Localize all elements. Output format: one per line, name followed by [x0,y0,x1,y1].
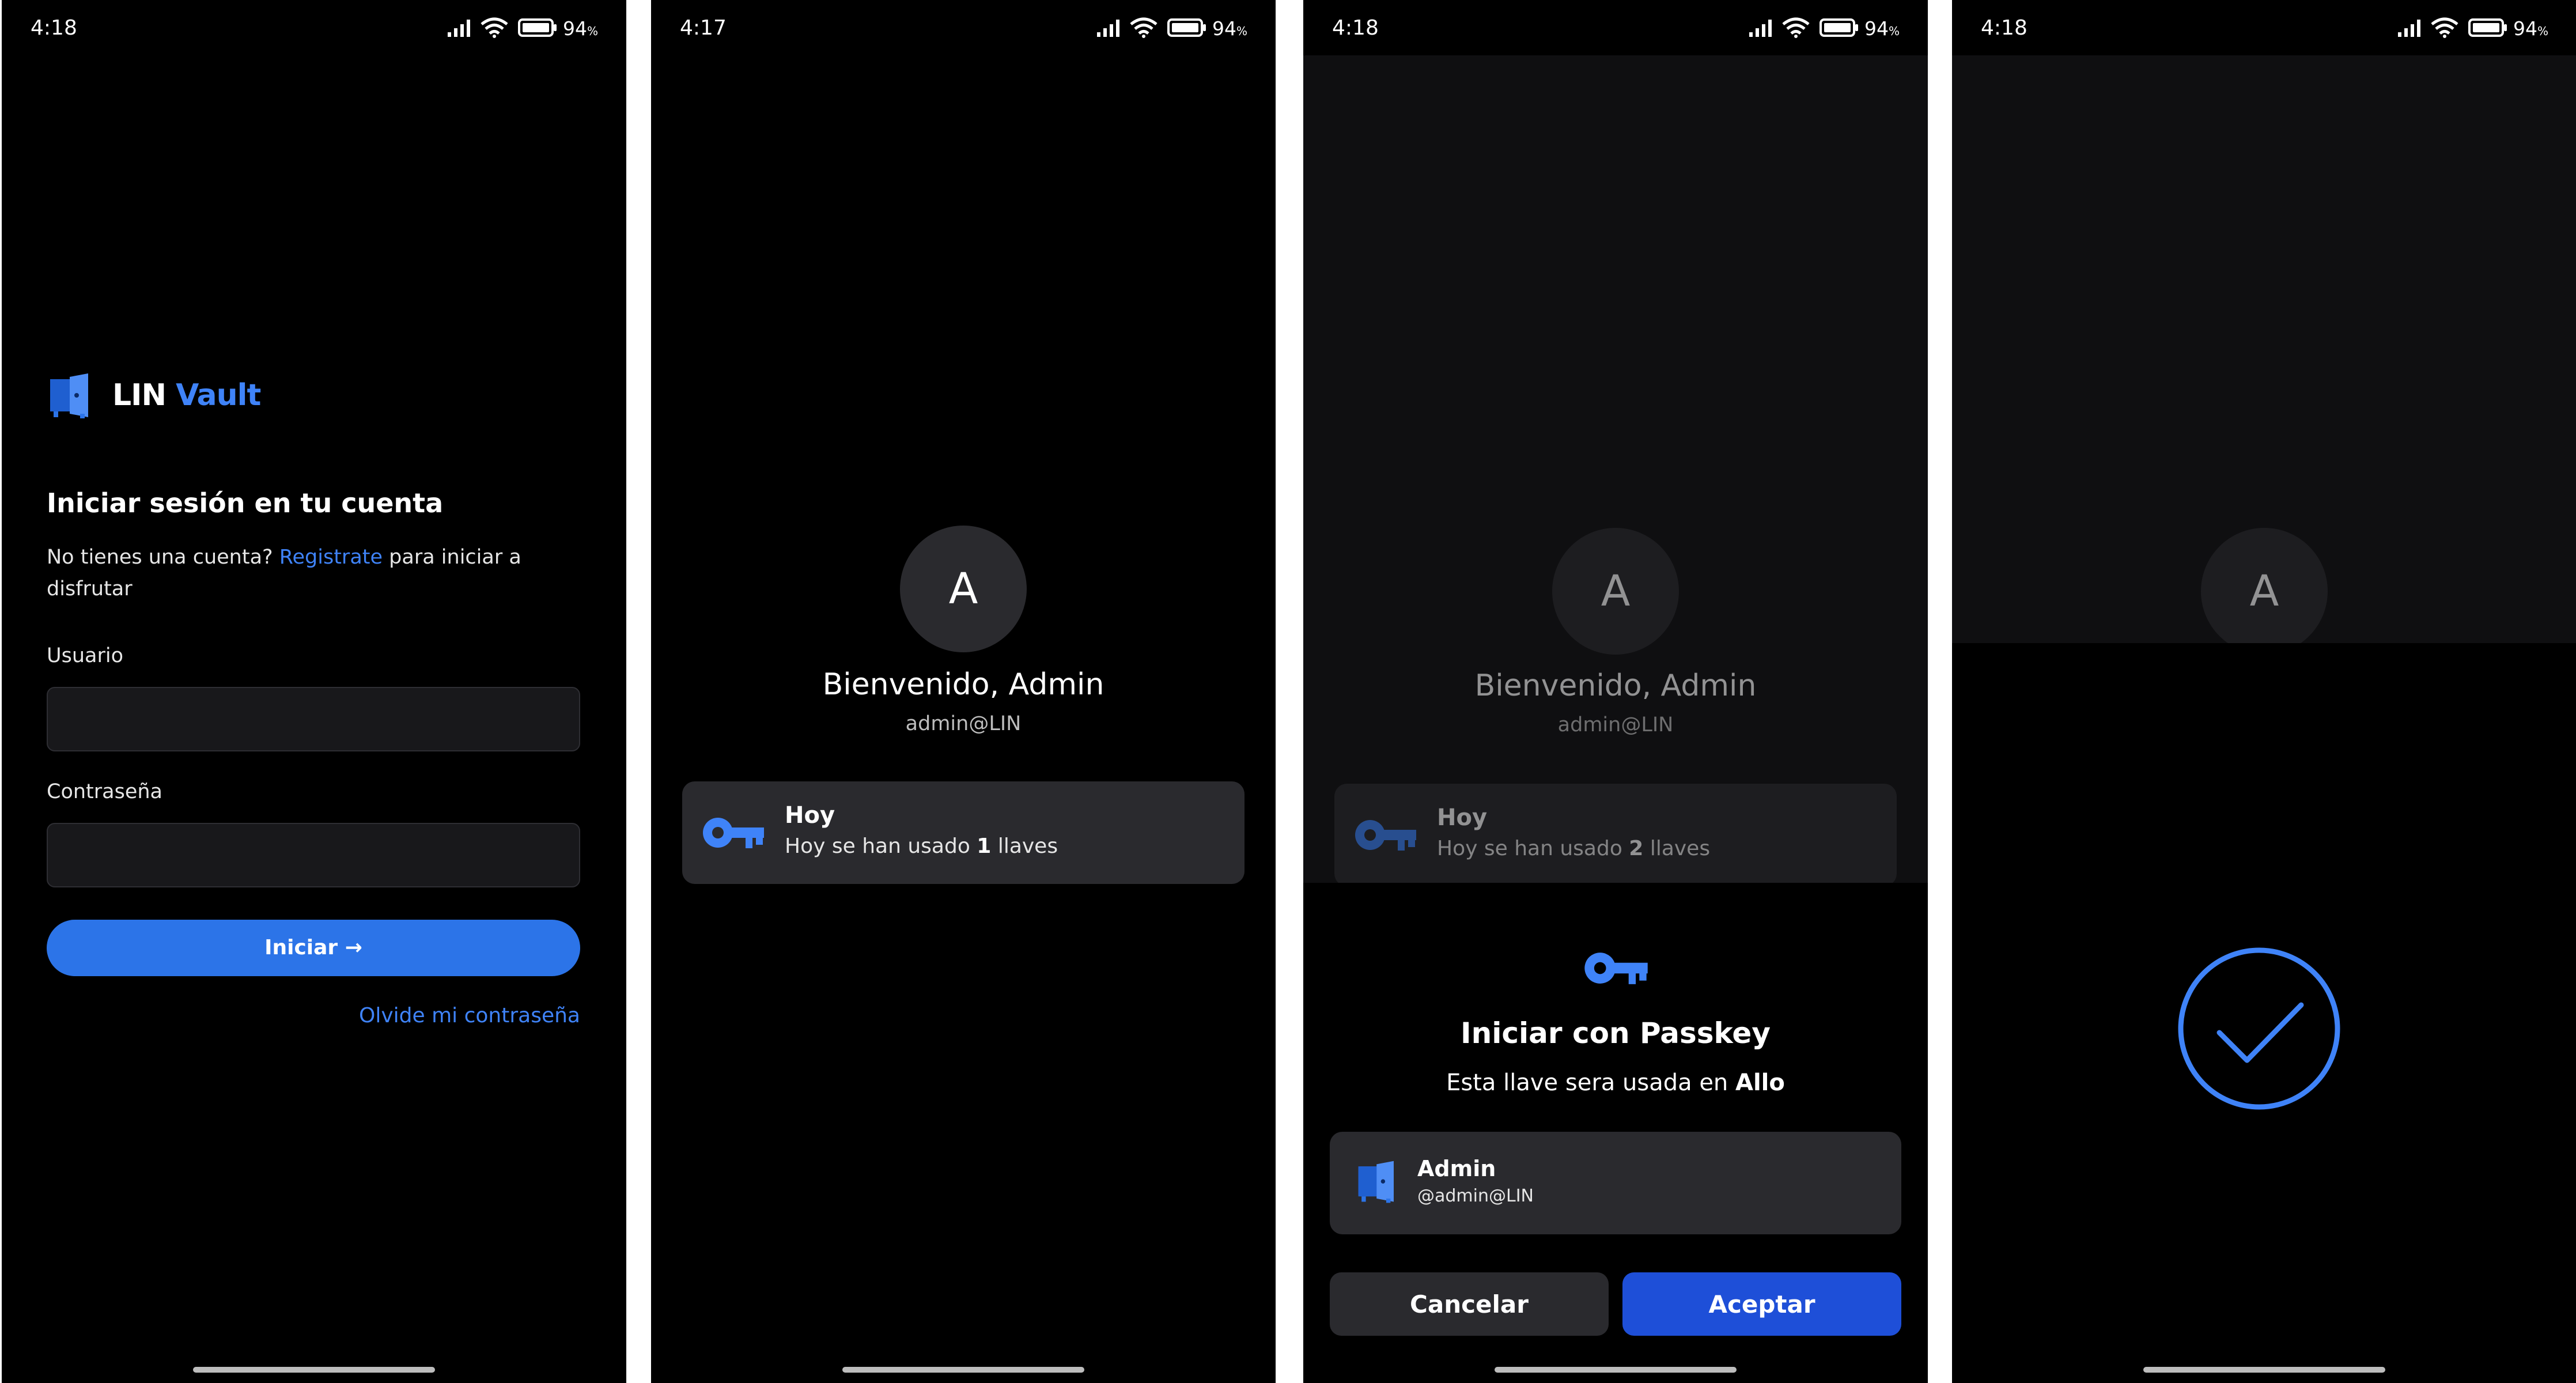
user-handle: admin@LIN [1557,713,1674,736]
battery-percent: 94 [2513,17,2537,40]
usage-suffix: llaves [997,834,1058,858]
signal-icon [1097,20,1119,37]
wifi-icon [481,17,508,38]
cancel-button[interactable]: Cancelar [1330,1272,1609,1336]
username-input[interactable] [47,687,580,751]
login-title: Iniciar sesión en tu cuenta [47,488,444,519]
battery-percent: 94 [563,17,587,40]
account-handle: @admin@LIN [1417,1186,1534,1206]
sheet-title: Iniciar con Passkey [1461,1017,1771,1050]
usage-card-title: Hoy [1437,804,1488,831]
status-bar: 4:18 94% [1952,0,2576,55]
usage-prefix: Hoy se han usado [785,834,970,858]
avatar: A [1552,528,1679,655]
logo-part-vault: Vault [176,378,261,413]
wifi-icon [1130,17,1158,38]
user-handle: admin@LIN [905,712,1022,735]
sheet-subtitle: Esta llave sera usada en Allo [1303,1070,1928,1096]
signal-icon [1749,20,1772,37]
usage-count: 1 [977,834,992,858]
key-icon [1584,953,1648,984]
logo-part-lin: LIN [112,378,167,413]
home-indicator[interactable] [842,1367,1084,1373]
usage-suffix: llaves [1650,837,1711,860]
login-screen: 4:18 94% LIN Vault Iniciar sesión en tu … [2,0,626,1383]
usage-card: Hoy Hoy se han usado 2 llaves [1334,784,1897,886]
status-bar: 4:18 94% [1303,0,1928,55]
usage-card[interactable]: Hoy Hoy se han usado 1 llaves [682,781,1245,884]
account-option[interactable]: Admin @admin@LIN [1330,1132,1901,1234]
forgot-password-link[interactable]: Olvide mi contraseña [359,1004,580,1027]
status-bar: 4:18 94% [2,0,626,55]
battery-icon [2468,18,2507,37]
battery-icon [518,18,557,37]
usage-card-subtitle: Hoy se han usado 2 llaves [1437,837,1710,860]
sheet-app-name: Allo [1735,1070,1785,1096]
passkey-screen: 4:18 94% A Bienvenido, Admin admin@LIN H… [1303,0,1928,1383]
wifi-icon [2431,17,2458,38]
wifi-icon [1782,17,1810,38]
welcome-screen: 4:17 94% A Bienvenido, Admin admin@LIN H… [651,0,1276,1383]
home-indicator[interactable] [2143,1367,2385,1373]
passkey-sheet: Iniciar con Passkey Esta llave sera usad… [1303,883,1928,1383]
battery-unit: % [587,24,599,38]
app-logo-text: LIN Vault [112,378,261,413]
battery-unit: % [2537,24,2549,38]
status-time: 4:18 [1332,16,1379,40]
password-label: Contraseña [47,780,162,803]
subtitle-prefix: No tienes una cuenta? [47,546,273,569]
status-time: 4:17 [680,16,727,40]
battery-unit: % [1889,24,1900,38]
checkmark-circle-icon [2178,947,2340,1110]
home-indicator[interactable] [193,1367,435,1373]
status-time: 4:18 [1981,16,2027,40]
status-bar: 4:17 94% [651,0,1276,55]
vault-logo-icon [1358,1161,1394,1203]
signal-icon [448,20,470,37]
account-name: Admin [1417,1156,1496,1181]
usage-card-title: Hoy [785,802,835,829]
vault-logo-icon [50,373,88,418]
usage-prefix: Hoy se han usado [1437,837,1622,860]
password-input[interactable] [47,823,580,887]
login-button[interactable]: Iniciar → [47,920,580,976]
welcome-greeting: Bienvenido, Admin [1474,668,1757,703]
login-subtitle: No tienes una cuenta? Registrate para in… [47,542,565,605]
usage-card-subtitle: Hoy se han usado 1 llaves [785,834,1058,858]
username-label: Usuario [47,644,124,667]
accept-button[interactable]: Aceptar [1622,1272,1901,1336]
avatar: A [2201,528,2328,655]
key-icon [1355,820,1416,851]
usage-count: 2 [1629,837,1644,860]
battery-percent: 94 [1864,17,1889,40]
key-icon [703,818,764,848]
signal-icon [2398,20,2420,37]
welcome-greeting: Bienvenido, Admin [822,667,1104,702]
home-indicator[interactable] [1495,1367,1737,1373]
dimmed-backdrop[interactable] [1303,55,1928,883]
battery-unit: % [1236,24,1248,38]
battery-percent: 94 [1212,17,1236,40]
register-link[interactable]: Registrate [279,546,383,569]
battery-icon [1167,18,1206,37]
status-time: 4:18 [31,16,77,40]
sheet-subtitle-prefix: Esta llave sera usada en [1446,1070,1728,1096]
avatar: A [900,526,1027,652]
battery-icon [1820,18,1858,37]
success-screen: 4:18 94% A [1952,0,2576,1383]
